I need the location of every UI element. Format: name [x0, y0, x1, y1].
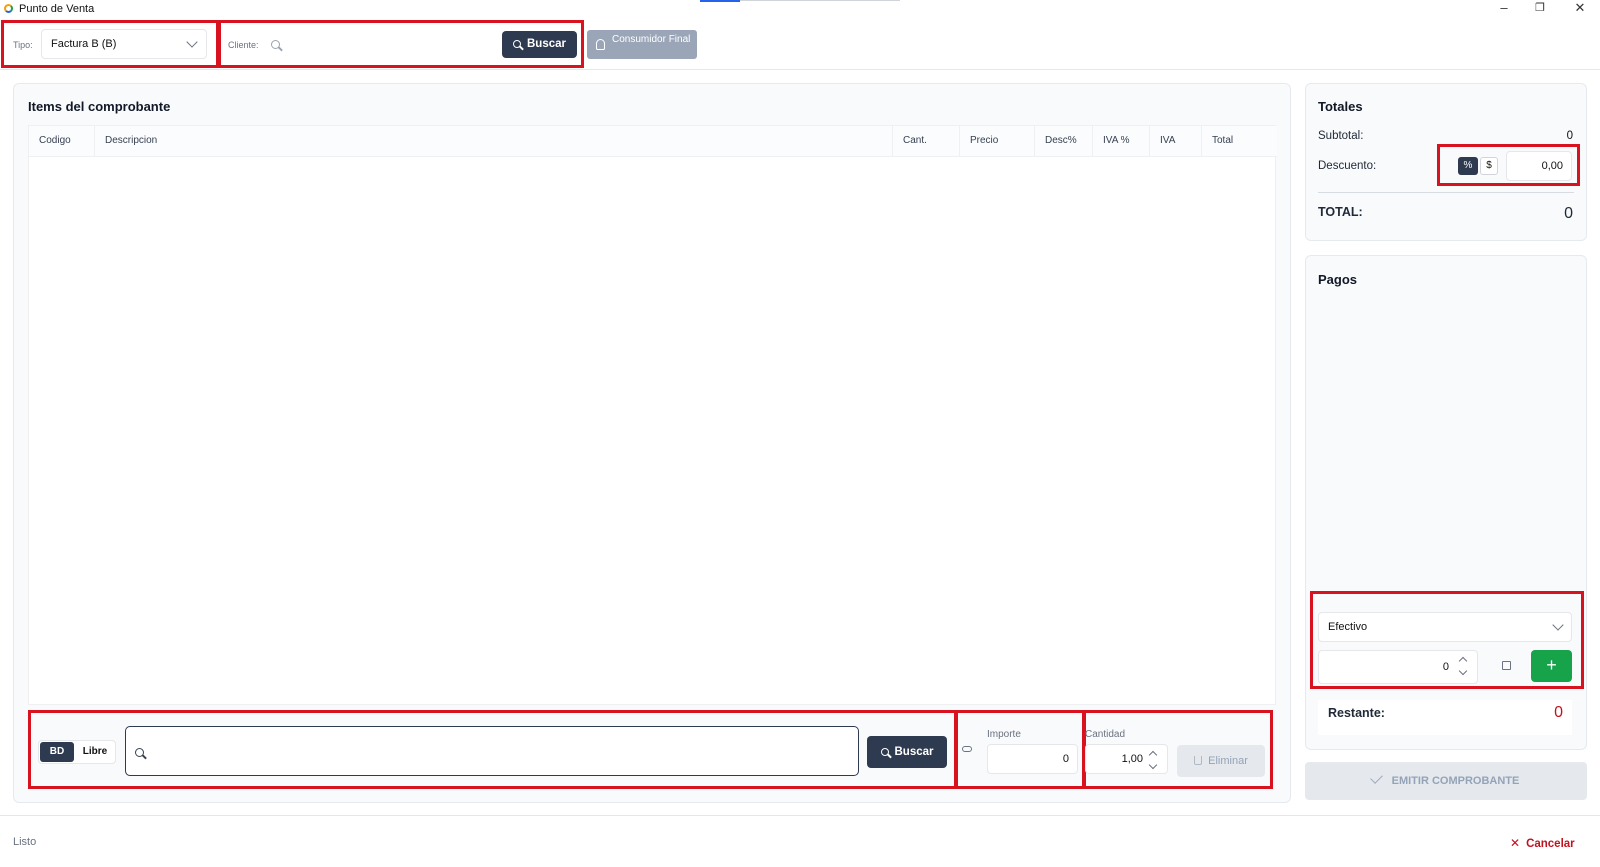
maximize-button[interactable]: ❐	[1522, 0, 1558, 18]
user-icon	[596, 39, 605, 50]
restante-label: Restante:	[1328, 706, 1385, 720]
consumidor-final-label: Consumidor Final	[612, 34, 691, 45]
item-buscar-button[interactable]: Buscar	[867, 736, 947, 768]
chevron-down-icon	[186, 36, 198, 48]
add-payment-button[interactable]: +	[1531, 650, 1572, 682]
column-header[interactable]: IVA %	[1093, 126, 1150, 156]
app-icon	[4, 4, 13, 13]
descuento-input[interactable]: 0,00	[1506, 151, 1572, 181]
column-header[interactable]: Codigo	[29, 126, 95, 156]
cantidad-stepper[interactable]: 1,00	[1085, 744, 1168, 774]
subtotal-value: 0	[1566, 130, 1573, 142]
close-icon: ✕	[1510, 836, 1521, 850]
status-divider	[0, 815, 1600, 816]
table-header: Codigo Descripcion Cant. Precio Desc% IV…	[29, 126, 1277, 157]
tab-indicator-track	[740, 0, 900, 1]
cliente-search-input[interactable]	[288, 33, 488, 55]
column-header[interactable]: Precio	[960, 126, 1035, 156]
total-value: 0	[1564, 205, 1573, 222]
column-header[interactable]: Total	[1202, 126, 1277, 156]
eliminar-button[interactable]: Eliminar	[1177, 745, 1265, 777]
column-header[interactable]: Cant.	[893, 126, 960, 156]
link-icon[interactable]	[962, 746, 972, 752]
totales-title: Totales	[1318, 99, 1363, 114]
pago-amount-stepper[interactable]: 0	[1318, 650, 1478, 684]
cliente-buscar-button[interactable]: Buscar	[502, 31, 577, 58]
title-bar	[0, 0, 1600, 18]
emitir-comprobante-button[interactable]: EMITIR COMPROBANTE	[1305, 762, 1587, 800]
descuento-percent-toggle[interactable]: %	[1458, 157, 1478, 175]
fill-remaining-icon[interactable]	[1502, 661, 1511, 670]
search-icon	[880, 748, 889, 756]
importe-label: Importe	[987, 729, 1021, 740]
status-text: Listo	[13, 836, 37, 848]
emitir-label: EMITIR COMPROBANTE	[1391, 775, 1520, 787]
tipo-select-value: Factura B (B)	[51, 38, 117, 50]
column-header[interactable]: IVA	[1150, 126, 1202, 156]
total-label: TOTAL:	[1318, 205, 1363, 219]
search-icon	[271, 38, 280, 52]
chevron-down-icon	[1552, 619, 1564, 631]
pagos-title: Pagos	[1318, 272, 1358, 287]
buscar-label: Buscar	[894, 746, 934, 758]
search-icon	[135, 748, 144, 757]
cantidad-label: Cantidad	[1085, 729, 1126, 740]
column-header[interactable]: Descripcion	[95, 126, 893, 156]
mode-toggle: BD Libre	[38, 740, 116, 764]
eliminar-label: Eliminar	[1208, 755, 1248, 767]
item-search-input[interactable]	[125, 726, 859, 776]
trash-icon	[1194, 756, 1203, 765]
search-icon	[513, 40, 521, 48]
totales-divider	[1318, 192, 1574, 193]
descuento-label: Descuento:	[1318, 160, 1377, 172]
mode-libre-button[interactable]: Libre	[76, 742, 114, 762]
importe-input[interactable]: 0	[987, 744, 1078, 774]
consumidor-final-button[interactable]: Consumidor Final	[587, 30, 697, 59]
buscar-label: Buscar	[527, 38, 566, 50]
tipo-select[interactable]: Factura B (B)	[41, 29, 207, 59]
descuento-amount-toggle[interactable]: $	[1480, 157, 1498, 175]
tab-indicator	[700, 0, 740, 2]
minimize-button[interactable]: –	[1486, 0, 1522, 18]
window-title: Punto de Venta	[19, 3, 95, 15]
restante-value: 0	[1554, 704, 1563, 721]
column-header[interactable]: Desc%	[1035, 126, 1093, 156]
toolbar-divider	[0, 69, 1600, 70]
check-icon	[1369, 771, 1383, 784]
items-title: Items del comprobante	[28, 99, 171, 114]
mode-bd-button[interactable]: BD	[40, 742, 74, 762]
subtotal-label: Subtotal:	[1318, 130, 1364, 142]
cliente-label: Cliente:	[228, 40, 259, 50]
pago-method-select[interactable]: Efectivo	[1318, 612, 1572, 642]
items-table[interactable]: Codigo Descripcion Cant. Precio Desc% IV…	[28, 125, 1277, 705]
pago-method-value: Efectivo	[1328, 621, 1368, 633]
cancelar-label: Cancelar	[1526, 838, 1575, 850]
tipo-label: Tipo:	[13, 40, 33, 50]
close-button[interactable]: ✕	[1562, 0, 1598, 18]
cancelar-button[interactable]: ✕ Cancelar	[1510, 836, 1575, 850]
